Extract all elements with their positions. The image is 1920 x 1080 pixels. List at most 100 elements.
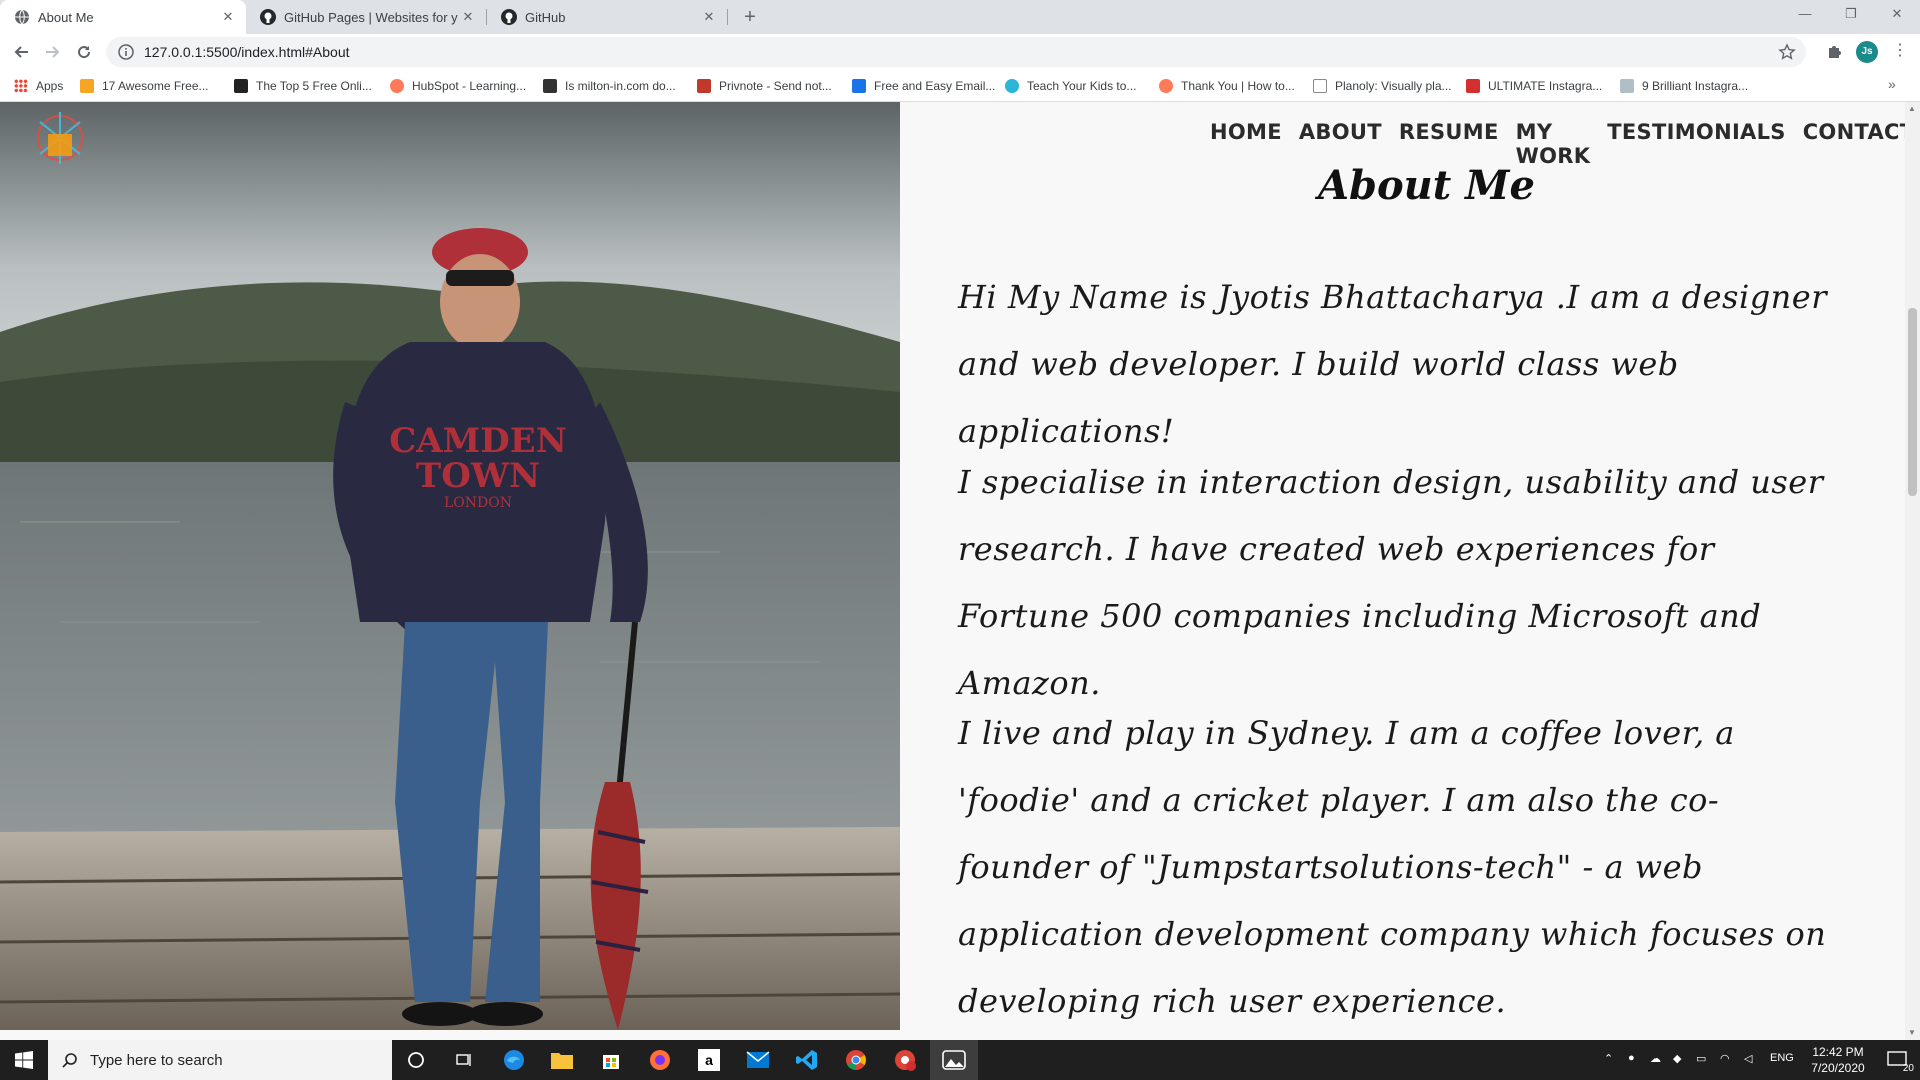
volume-icon[interactable]: ◁ xyxy=(1744,1052,1752,1065)
battery-icon[interactable]: ▭ xyxy=(1696,1052,1706,1065)
nav-resume[interactable]: RESUME xyxy=(1399,120,1499,168)
language-indicator[interactable]: ENG xyxy=(1770,1052,1794,1064)
nav-contact[interactable]: CONTACT xyxy=(1803,120,1915,168)
tray-chevron-icon[interactable]: ⌃ xyxy=(1604,1052,1613,1065)
bookmark-apps[interactable]: Apps xyxy=(14,77,63,95)
onedrive-icon[interactable]: ☁ xyxy=(1650,1052,1661,1065)
reload-button[interactable] xyxy=(70,38,98,66)
tab-title: About Me xyxy=(38,9,94,25)
cortana-icon[interactable] xyxy=(392,1040,440,1080)
taskbar-search-box[interactable]: Type here to search xyxy=(48,1040,392,1080)
store-icon[interactable] xyxy=(587,1040,635,1080)
tab-github-pages[interactable]: GitHub Pages | Websites for you ✕ xyxy=(246,0,486,34)
tab-title: GitHub xyxy=(525,9,566,25)
bookmark-item[interactable]: Teach Your Kids to... xyxy=(1005,77,1136,95)
wifi-icon[interactable]: ◠ xyxy=(1720,1052,1730,1065)
tab-about-me[interactable]: About Me ✕ xyxy=(0,0,246,34)
scrollbar-thumb[interactable] xyxy=(1908,308,1917,496)
clock-time: 12:42 PM xyxy=(1812,1045,1864,1059)
task-view-icon[interactable] xyxy=(440,1040,488,1080)
info-icon[interactable] xyxy=(118,44,134,60)
bookmark-item[interactable]: Thank You | How to... xyxy=(1159,77,1295,95)
url-text: 127.0.0.1:5500/index.html#About xyxy=(144,44,350,60)
nav-testimonials[interactable]: TESTIMONIALS xyxy=(1607,120,1785,168)
bookmarks-bar: Apps 17 Awesome Free... The Top 5 Free O… xyxy=(0,70,1920,102)
hoodie-text: LONDON xyxy=(444,495,512,511)
taskbar-clock[interactable]: 12:42 PM 7/20/2020 xyxy=(1803,1044,1873,1076)
vscode-icon[interactable] xyxy=(783,1040,831,1080)
more-menu-icon[interactable]: ⋮ xyxy=(1890,42,1910,62)
bookmark-favicon xyxy=(80,79,94,93)
forward-button[interactable] xyxy=(38,38,66,66)
start-button[interactable] xyxy=(0,1040,48,1080)
scroll-up-icon[interactable]: ▲ xyxy=(1908,104,1916,113)
profile-photo: CAMDEN TOWN LONDON xyxy=(0,102,900,1030)
bookmark-item[interactable]: Is milton-in.com do... xyxy=(543,77,676,95)
globe-icon xyxy=(14,9,30,25)
hoodie-text: TOWN xyxy=(416,456,540,496)
windows-logo-icon xyxy=(15,1051,33,1069)
bookmark-favicon xyxy=(697,79,711,93)
hoodie-text: CAMDEN xyxy=(389,421,567,461)
tab-strip: About Me ✕ GitHub Pages | Websites for y… xyxy=(0,0,1920,34)
edge-icon[interactable] xyxy=(490,1040,538,1080)
chrome-profile-icon[interactable] xyxy=(881,1040,929,1080)
tray-app-icon[interactable]: ● xyxy=(1628,1052,1635,1064)
profile-avatar[interactable]: Js xyxy=(1856,41,1878,63)
page-viewport: CAMDEN TOWN LONDON HOME ABOUT RESUME MY … xyxy=(0,102,1920,1040)
bookmark-item[interactable]: Free and Easy Email... xyxy=(852,77,995,95)
arrow-left-icon xyxy=(14,46,28,58)
bookmark-favicon xyxy=(852,79,866,93)
chrome-icon[interactable] xyxy=(832,1040,880,1080)
close-tab-icon[interactable]: ✕ xyxy=(458,7,478,27)
scroll-down-icon[interactable]: ▼ xyxy=(1908,1028,1916,1037)
amazon-icon[interactable]: a xyxy=(685,1040,733,1080)
close-tab-icon[interactable]: ✕ xyxy=(699,7,719,27)
back-button[interactable] xyxy=(8,38,36,66)
photos-app-icon[interactable] xyxy=(930,1040,978,1080)
notification-count: 20 xyxy=(1902,1063,1914,1074)
about-paragraph-personal: I live and play in Sydney. I am a coffee… xyxy=(958,714,1827,1020)
mail-icon[interactable] xyxy=(734,1040,782,1080)
bookmark-item[interactable]: Privnote - Send not... xyxy=(697,77,832,95)
dropbox-icon[interactable]: ◆ xyxy=(1673,1052,1681,1065)
notification-center-icon[interactable]: 20 xyxy=(1873,1040,1920,1080)
bookmark-star-icon[interactable] xyxy=(1778,43,1796,66)
firefox-icon[interactable] xyxy=(636,1040,684,1080)
page-scrollbar[interactable]: ▲ ▼ xyxy=(1905,102,1920,1040)
search-placeholder: Type here to search xyxy=(90,1051,223,1069)
bookmark-favicon xyxy=(1620,79,1634,93)
nav-home[interactable]: HOME xyxy=(1210,120,1282,168)
bookmark-favicon xyxy=(1466,79,1480,93)
bookmark-item[interactable]: Planoly: Visually pla... xyxy=(1313,77,1452,95)
extensions-puzzle-icon[interactable] xyxy=(1826,42,1844,65)
bookmark-favicon xyxy=(543,79,557,93)
bookmarks-overflow-icon[interactable]: » xyxy=(1888,76,1896,92)
file-explorer-icon[interactable] xyxy=(538,1040,586,1080)
nav-my-work[interactable]: MY WORK xyxy=(1516,120,1591,168)
close-window-button[interactable]: ✕ xyxy=(1874,0,1920,30)
tab-title: GitHub Pages | Websites for you xyxy=(284,9,458,25)
bookmark-item[interactable]: 9 Brilliant Instagra... xyxy=(1620,77,1748,95)
bookmark-item[interactable]: HubSpot - Learning... xyxy=(390,77,526,95)
arrow-right-icon xyxy=(46,46,60,58)
address-bar[interactable]: 127.0.0.1:5500/index.html#About xyxy=(106,37,1806,67)
site-nav: HOME ABOUT RESUME MY WORK TESTIMONIALS C… xyxy=(1210,120,1920,168)
bookmark-item[interactable]: 17 Awesome Free... xyxy=(80,77,209,95)
about-paragraph-specialise: I specialise in interaction design, usab… xyxy=(958,463,1824,702)
tab-github[interactable]: GitHub ✕ xyxy=(487,0,727,34)
close-tab-icon[interactable]: ✕ xyxy=(218,7,238,27)
clock-date: 7/20/2020 xyxy=(1811,1061,1865,1075)
minimize-button[interactable]: — xyxy=(1782,0,1828,30)
nav-about[interactable]: ABOUT xyxy=(1299,120,1382,168)
restore-button[interactable]: ❐ xyxy=(1828,0,1874,30)
about-paragraph-intro: Hi My Name is Jyotis Bhattacharya .I am … xyxy=(958,278,1828,450)
bookmark-favicon xyxy=(1005,79,1019,93)
hubspot-icon xyxy=(1159,79,1173,93)
new-tab-button[interactable]: + xyxy=(737,4,763,30)
bookmark-item[interactable]: ULTIMATE Instagra... xyxy=(1466,77,1602,95)
bookmark-item[interactable]: The Top 5 Free Onli... xyxy=(234,77,372,95)
github-icon xyxy=(260,9,276,25)
tab-separator xyxy=(727,9,728,25)
github-icon xyxy=(501,9,517,25)
